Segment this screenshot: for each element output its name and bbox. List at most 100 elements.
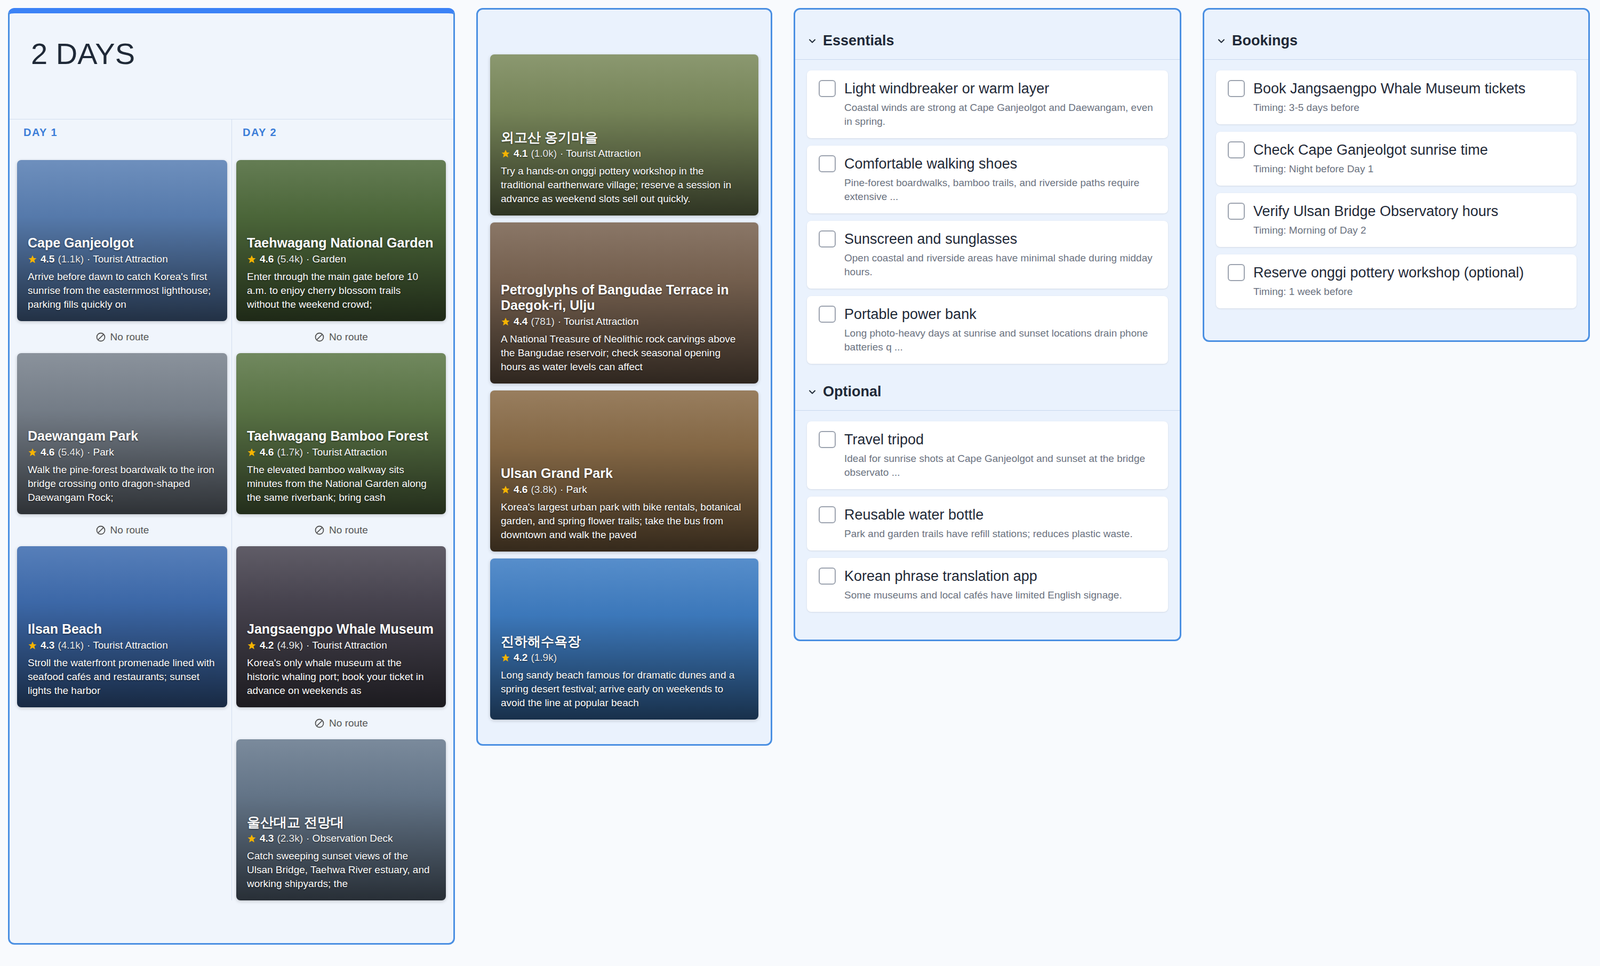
day-columns: DAY 1Cape Ganjeolgot4.5(1.1k)· Tourist A…: [9, 119, 454, 901]
stop-list: Cape Ganjeolgot4.5(1.1k)· Tourist Attrac…: [17, 160, 228, 708]
item-label: Light windbreaker or warm layer: [844, 80, 1157, 98]
checklist-item[interactable]: Light windbreaker or warm layerCoastal w…: [806, 70, 1168, 139]
place-name: Daewangam Park: [27, 428, 217, 444]
itinerary-header: 2 DAYS: [9, 13, 454, 120]
checkbox[interactable]: [818, 80, 836, 98]
checkbox[interactable]: [818, 230, 836, 248]
rating-value: 4.6: [259, 252, 274, 266]
place-rating: 4.2(4.9k)· Tourist Attraction: [246, 638, 436, 652]
section-header[interactable]: Bookings: [1204, 9, 1589, 60]
place-card[interactable]: Ilsan Beach4.3(4.1k)· Tourist Attraction…: [17, 546, 228, 708]
route-connector[interactable]: No route: [17, 321, 228, 354]
route-connector[interactable]: No route: [236, 707, 446, 740]
no-route-icon: [314, 524, 325, 536]
place-card[interactable]: Daewangam Park4.6(5.4k)· ParkWalk the pi…: [17, 353, 228, 515]
day-column: DAY 2Taehwagang National Garden4.6(5.4k)…: [231, 119, 451, 901]
place-card[interactable]: Cape Ganjeolgot4.5(1.1k)· Tourist Attrac…: [17, 160, 228, 322]
checkbox[interactable]: [1227, 202, 1245, 220]
checklist-section: Bookings Book Jangsaengpo Whale Museum ti…: [1204, 9, 1589, 316]
route-connector[interactable]: No route: [17, 514, 228, 547]
place-description: The elevated bamboo walkway sits minutes…: [246, 462, 436, 505]
checkbox[interactable]: [1227, 141, 1245, 159]
place-card[interactable]: Petroglyphs of Bangudae Terrace in Daego…: [490, 222, 759, 384]
checklist-item[interactable]: Reusable water bottlePark and garden tra…: [806, 496, 1168, 551]
star-icon: [27, 640, 38, 651]
rating-value: 4.2: [259, 638, 274, 652]
checklist-item[interactable]: Verify Ulsan Bridge Observatory hoursTim…: [1216, 193, 1577, 247]
place-card[interactable]: Jangsaengpo Whale Museum4.2(4.9k)· Touri…: [236, 546, 446, 708]
checklist-item[interactable]: Book Jangsaengpo Whale Museum ticketsTim…: [1216, 70, 1577, 125]
checkbox[interactable]: [818, 155, 836, 173]
item-label: Book Jangsaengpo Whale Museum tickets: [1253, 80, 1565, 98]
no-route-icon: [314, 331, 325, 343]
checklist-item[interactable]: Check Cape Ganjeolgot sunrise timeTiming…: [1216, 131, 1577, 186]
checklist-item[interactable]: Sunscreen and sunglassesOpen coastal and…: [806, 220, 1168, 289]
place-description: Stroll the waterfront promenade lined wi…: [27, 656, 217, 698]
item-text: Reserve onggi pottery workshop (optional…: [1253, 264, 1565, 299]
review-count: (5.4k): [276, 252, 303, 266]
place-category: · Tourist Attraction: [306, 638, 388, 652]
stop-list: Taehwagang National Garden4.6(5.4k)· Gar…: [236, 160, 446, 901]
route-label: No route: [329, 717, 368, 730]
item-label: Travel tripod: [844, 430, 1157, 449]
place-card[interactable]: 울산대교 전망대4.3(2.3k)· Observation DeckCatch…: [236, 739, 446, 901]
route-connector[interactable]: No route: [236, 321, 446, 354]
section-header[interactable]: Optional: [795, 371, 1180, 411]
item-label: Verify Ulsan Bridge Observatory hours: [1253, 202, 1565, 221]
place-card[interactable]: Ulsan Grand Park4.6(3.8k)· Park Korea's l…: [490, 390, 759, 552]
item-note: Ideal for sunrise shots at Cape Ganjeolg…: [844, 451, 1157, 480]
checklist-item[interactable]: Korean phrase translation appSome museum…: [806, 557, 1168, 612]
itinerary-panel: 2 DAYSDAY 1Cape Ganjeolgot4.5(1.1k)· Tou…: [8, 8, 455, 945]
place-rating: 4.2(1.9k): [500, 651, 748, 664]
place-name: Ulsan Grand Park: [500, 465, 748, 482]
route-connector[interactable]: No route: [236, 514, 446, 547]
place-category: · Park: [560, 483, 588, 496]
item-text: Verify Ulsan Bridge Observatory hoursTim…: [1253, 202, 1565, 238]
checkbox[interactable]: [818, 430, 836, 448]
place-category: · Tourist Attraction: [557, 315, 639, 328]
place-description: Korea's largest urban park with bike ren…: [500, 500, 748, 542]
review-count: (781): [530, 315, 555, 328]
item-label: Check Cape Ganjeolgot sunrise time: [1253, 141, 1565, 159]
place-name: 진하해수욕장: [500, 633, 748, 650]
review-count: (3.8k): [530, 483, 557, 496]
rating-value: 4.6: [40, 445, 55, 459]
checklist-item[interactable]: Portable power bank Long photo-heavy days…: [806, 296, 1168, 364]
checklist-item[interactable]: Comfortable walking shoesPine-forest boa…: [806, 145, 1168, 214]
place-name: 외고산 옹기마을: [500, 129, 748, 146]
place-card[interactable]: Taehwagang Bamboo Forest4.6(1.7k)· Touri…: [236, 353, 446, 515]
place-card[interactable]: 진하해수욕장4.2(1.9k)Long sandy beach famous f…: [490, 558, 759, 720]
star-icon: [500, 652, 511, 663]
place-rating: 4.1(1.0k)· Tourist Attraction: [500, 147, 748, 160]
checkbox[interactable]: [1227, 264, 1245, 282]
section-header[interactable]: Essentials: [795, 9, 1180, 60]
rating-value: 4.1: [513, 147, 528, 160]
review-count: (4.1k): [57, 638, 84, 652]
item-label: Reusable water bottle: [844, 506, 1157, 524]
rating-value: 4.6: [513, 483, 528, 496]
checklist-item[interactable]: Travel tripod Ideal for sunrise shots at …: [806, 421, 1168, 490]
chevron-icon: [806, 35, 818, 47]
star-icon: [246, 254, 257, 264]
checkbox[interactable]: [818, 506, 836, 524]
place-name: Cape Ganjeolgot: [27, 235, 217, 251]
item-label: Portable power bank: [844, 305, 1157, 324]
star-icon: [500, 148, 511, 159]
chevron-icon: [806, 386, 818, 398]
review-count: (5.4k): [57, 445, 84, 459]
no-route-icon: [314, 717, 325, 729]
checkbox[interactable]: [1227, 80, 1245, 98]
star-icon: [500, 484, 511, 495]
item-text: Light windbreaker or warm layerCoastal w…: [844, 80, 1157, 129]
item-note: Long photo-heavy days at sunrise and sun…: [844, 326, 1157, 355]
place-description: Walk the pine-forest boardwalk to the ir…: [27, 462, 217, 505]
place-card[interactable]: Taehwagang National Garden4.6(5.4k)· Gar…: [236, 160, 446, 322]
star-icon: [500, 316, 511, 327]
item-text: Portable power bank Long photo-heavy days…: [844, 305, 1157, 355]
rating-value: 4.2: [513, 651, 528, 664]
checkbox[interactable]: [818, 567, 836, 585]
item-note: Some museums and local cafés have limite…: [844, 588, 1157, 603]
checklist-item[interactable]: Reserve onggi pottery workshop (optional…: [1216, 254, 1577, 309]
checkbox[interactable]: [818, 305, 836, 323]
place-card[interactable]: 외고산 옹기마을4.1(1.0k)· Tourist AttractionTry…: [490, 54, 759, 216]
